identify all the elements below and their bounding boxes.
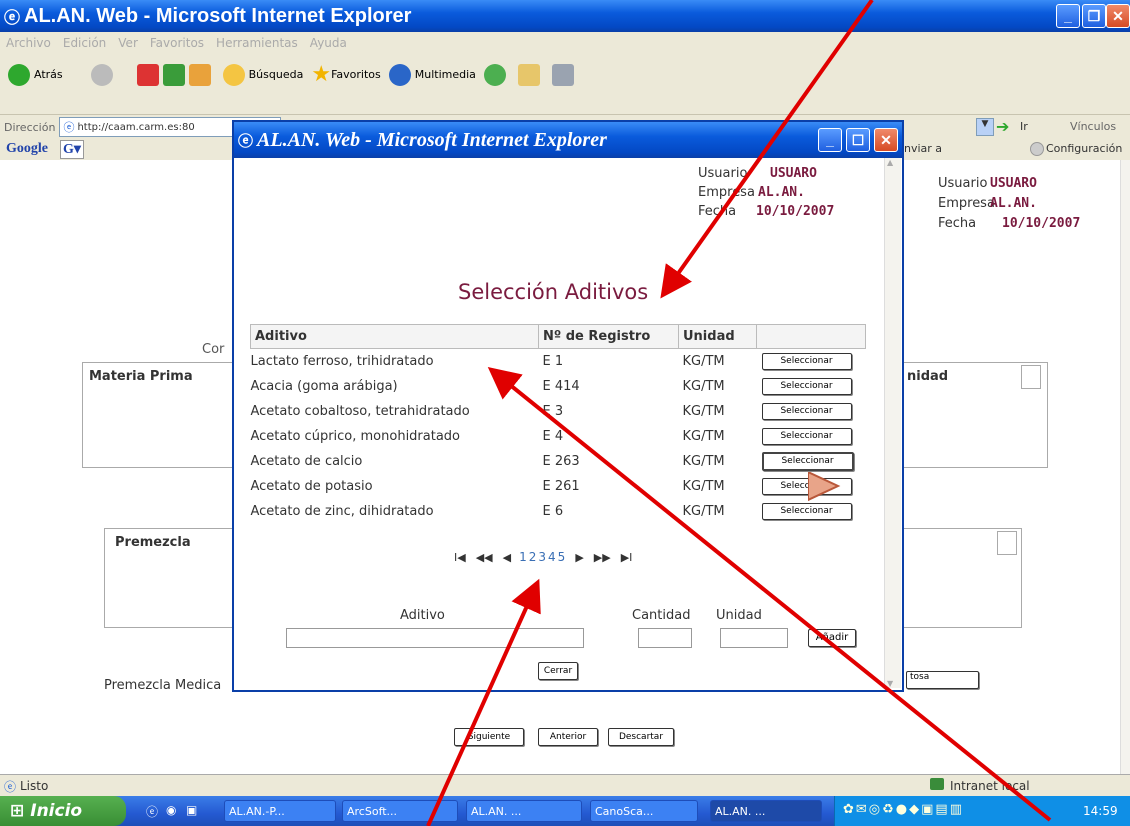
arrow-to-table: [487, 366, 1052, 822]
arrow-to-heading: [660, 0, 874, 299]
annotation-arrows: [426, 0, 1052, 826]
arrow-to-pager: [426, 578, 541, 826]
